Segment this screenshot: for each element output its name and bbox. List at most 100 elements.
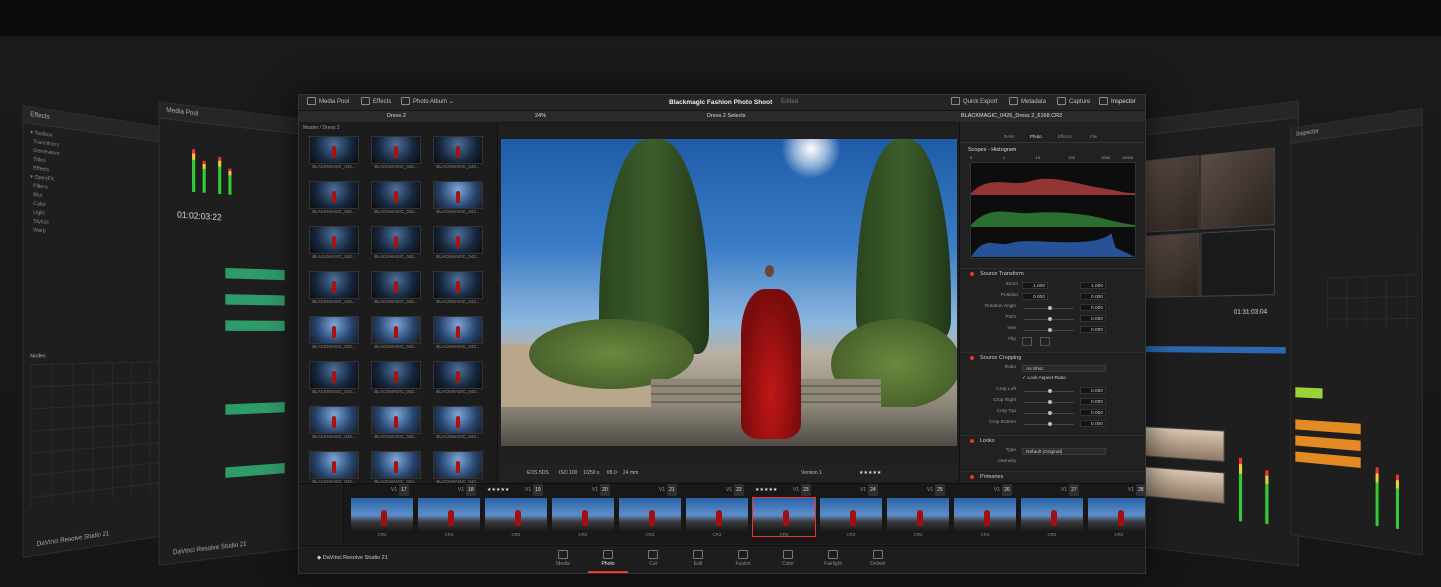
rotation-slider[interactable] bbox=[1024, 306, 1074, 310]
photo-thumbnail[interactable]: BLACKMAGIC_042... bbox=[371, 316, 421, 349]
clip-thumbnail bbox=[887, 498, 949, 532]
photo-thumbnail[interactable]: BLACKMAGIC_042... bbox=[371, 406, 421, 439]
tab-raw[interactable]: RAW bbox=[1004, 134, 1014, 139]
photo-thumbnail[interactable]: BLACKMAGIC_042... bbox=[309, 181, 359, 214]
flip-row: Flip bbox=[960, 337, 1145, 346]
position-y-input[interactable]: 0.000 bbox=[1080, 293, 1106, 300]
filmstrip-clip[interactable]: CR2 bbox=[1021, 498, 1083, 537]
yaw-input[interactable]: 0.000 bbox=[1080, 326, 1106, 333]
track-label: V1 bbox=[927, 487, 934, 493]
inspector-button[interactable]: Inspector bbox=[1099, 95, 1136, 110]
tab-file[interactable]: File bbox=[1090, 134, 1097, 139]
crop-top-input[interactable]: 0.000 bbox=[1080, 409, 1106, 416]
photo-thumbnail[interactable]: BLACKMAGIC_042... bbox=[309, 406, 359, 439]
photo-thumbnail[interactable]: BLACKMAGIC_042... bbox=[371, 451, 421, 484]
page-tab-photo[interactable]: Photo bbox=[588, 550, 628, 573]
rotation-input[interactable]: 0.000 bbox=[1080, 304, 1106, 311]
page-tab-color[interactable]: Color bbox=[768, 550, 808, 567]
photo-album-button[interactable]: Photo Album ⌄ bbox=[401, 95, 454, 110]
filmstrip-clip[interactable]: CR2 bbox=[552, 498, 614, 537]
media-pool-button[interactable]: Media Pool bbox=[307, 95, 349, 110]
filmstrip-clip[interactable]: CR2 bbox=[619, 498, 681, 537]
photo-thumbnail[interactable]: BLACKMAGIC_042... bbox=[371, 181, 421, 214]
selects-dropdown[interactable]: Dress 2 Selects bbox=[707, 111, 746, 122]
clip-label: CR2 bbox=[377, 532, 387, 537]
zoom-select[interactable]: 24% bbox=[535, 111, 546, 122]
ratio-dropdown[interactable]: As Shot bbox=[1022, 365, 1106, 372]
page-tab-edit[interactable]: Edit bbox=[678, 550, 718, 567]
page-tab-cut[interactable]: Cut bbox=[633, 550, 673, 567]
photo-thumbnail[interactable]: BLACKMAGIC_042... bbox=[433, 271, 483, 304]
look-type-dropdown[interactable]: Default (Original) bbox=[1022, 448, 1106, 455]
flip-horizontal-icon[interactable] bbox=[1022, 337, 1032, 346]
pitch-input[interactable]: 0.000 bbox=[1080, 315, 1106, 322]
crop-right-input[interactable]: 0.000 bbox=[1080, 398, 1106, 405]
filmstrip-clip[interactable]: CR2 bbox=[686, 498, 748, 537]
lock-aspect-checkbox[interactable]: ✓ Lock Aspect Ratio bbox=[1022, 376, 1066, 381]
page-tab-label: Edit bbox=[693, 561, 703, 567]
histogram bbox=[970, 162, 1136, 259]
yaw-slider[interactable] bbox=[1024, 328, 1074, 332]
page-tab-media[interactable]: Media bbox=[543, 550, 583, 567]
crop-bottom-row: Crop Bottom 0.000 bbox=[960, 420, 1145, 429]
page-tab-fairlight[interactable]: Fairlight bbox=[813, 550, 853, 567]
crop-left-slider[interactable] bbox=[1024, 389, 1074, 393]
photo-thumbnail[interactable]: BLACKMAGIC_042... bbox=[371, 361, 421, 394]
zoom-y-input[interactable]: 1.000 bbox=[1080, 282, 1106, 289]
filmstrip-clip[interactable]: CR2 bbox=[485, 498, 547, 537]
source-transform-section[interactable]: Source Transform bbox=[960, 268, 1145, 279]
primaries-section[interactable]: Primaries bbox=[960, 471, 1145, 482]
quick-export-button[interactable]: Quick Export bbox=[951, 95, 997, 110]
timeline-clip bbox=[1295, 435, 1361, 452]
version-dropdown[interactable]: Version 1 bbox=[801, 465, 822, 481]
photo-thumbnail[interactable]: BLACKMAGIC_042... bbox=[309, 136, 359, 169]
media-page-icon bbox=[558, 550, 568, 559]
filmstrip-clip[interactable]: CR2 bbox=[418, 498, 480, 537]
metadata-button[interactable]: Metadata bbox=[1009, 95, 1046, 110]
photo-thumbnail[interactable]: BLACKMAGIC_042... bbox=[433, 136, 483, 169]
rating-stars[interactable]: ★★★★★ bbox=[859, 465, 881, 481]
bin-name[interactable]: Dress 2 bbox=[387, 111, 406, 122]
photo-thumbnail[interactable]: BLACKMAGIC_042... bbox=[309, 451, 359, 484]
photo-thumbnail[interactable]: BLACKMAGIC_042... bbox=[433, 451, 483, 484]
tab-photo[interactable]: Photo bbox=[1030, 134, 1042, 139]
filmstrip-clip[interactable]: CR2 bbox=[1088, 498, 1145, 537]
photo-viewer[interactable] bbox=[501, 139, 957, 446]
filmstrip-clip[interactable]: CR2 bbox=[351, 498, 413, 537]
zoom-row: Zoom 1.000 1.000 bbox=[960, 282, 1145, 291]
photo-thumbnail[interactable]: BLACKMAGIC_042... bbox=[433, 406, 483, 439]
thumbnail-image bbox=[433, 316, 483, 344]
crop-bottom-slider[interactable] bbox=[1024, 422, 1074, 426]
effects-button[interactable]: Effects bbox=[361, 95, 391, 110]
crop-right-slider[interactable] bbox=[1024, 400, 1074, 404]
crop-top-slider[interactable] bbox=[1024, 411, 1074, 415]
photo-thumbnail[interactable]: BLACKMAGIC_042... bbox=[309, 226, 359, 259]
position-x-input[interactable]: 0.000 bbox=[1022, 293, 1048, 300]
looks-section[interactable]: Looks bbox=[960, 435, 1145, 446]
fusion-page-icon bbox=[738, 550, 748, 559]
photo-thumbnail[interactable]: BLACKMAGIC_042... bbox=[433, 181, 483, 214]
tab-effects[interactable]: Effects bbox=[1058, 134, 1072, 139]
photo-thumbnail[interactable]: BLACKMAGIC_042... bbox=[433, 226, 483, 259]
photo-thumbnail[interactable]: BLACKMAGIC_042... bbox=[371, 136, 421, 169]
filmstrip-clip[interactable]: CR2 bbox=[820, 498, 882, 537]
photo-thumbnail[interactable]: BLACKMAGIC_042... bbox=[309, 361, 359, 394]
filmstrip-clip[interactable]: CR2 bbox=[887, 498, 949, 537]
source-cropping-section[interactable]: Source Cropping bbox=[960, 352, 1145, 363]
flip-vertical-icon[interactable] bbox=[1040, 337, 1050, 346]
crop-left-input[interactable]: 0.000 bbox=[1080, 387, 1106, 394]
photo-thumbnail[interactable]: BLACKMAGIC_042... bbox=[371, 226, 421, 259]
pitch-slider[interactable] bbox=[1024, 317, 1074, 321]
zoom-x-input[interactable]: 1.000 bbox=[1022, 282, 1048, 289]
photo-thumbnail[interactable]: BLACKMAGIC_042... bbox=[371, 271, 421, 304]
page-tab-deliver[interactable]: Deliver bbox=[858, 550, 898, 567]
capture-button[interactable]: Capture bbox=[1057, 95, 1090, 110]
filmstrip-clip[interactable]: CR2 bbox=[954, 498, 1016, 537]
photo-thumbnail[interactable]: BLACKMAGIC_042... bbox=[433, 316, 483, 349]
page-tab-fusion[interactable]: Fusion bbox=[723, 550, 763, 567]
photo-thumbnail[interactable]: BLACKMAGIC_042... bbox=[309, 316, 359, 349]
filmstrip-clip[interactable]: CR2 bbox=[752, 497, 816, 537]
crop-bottom-input[interactable]: 0.000 bbox=[1080, 420, 1106, 427]
photo-thumbnail[interactable]: BLACKMAGIC_042... bbox=[309, 271, 359, 304]
photo-thumbnail[interactable]: BLACKMAGIC_042... bbox=[433, 361, 483, 394]
